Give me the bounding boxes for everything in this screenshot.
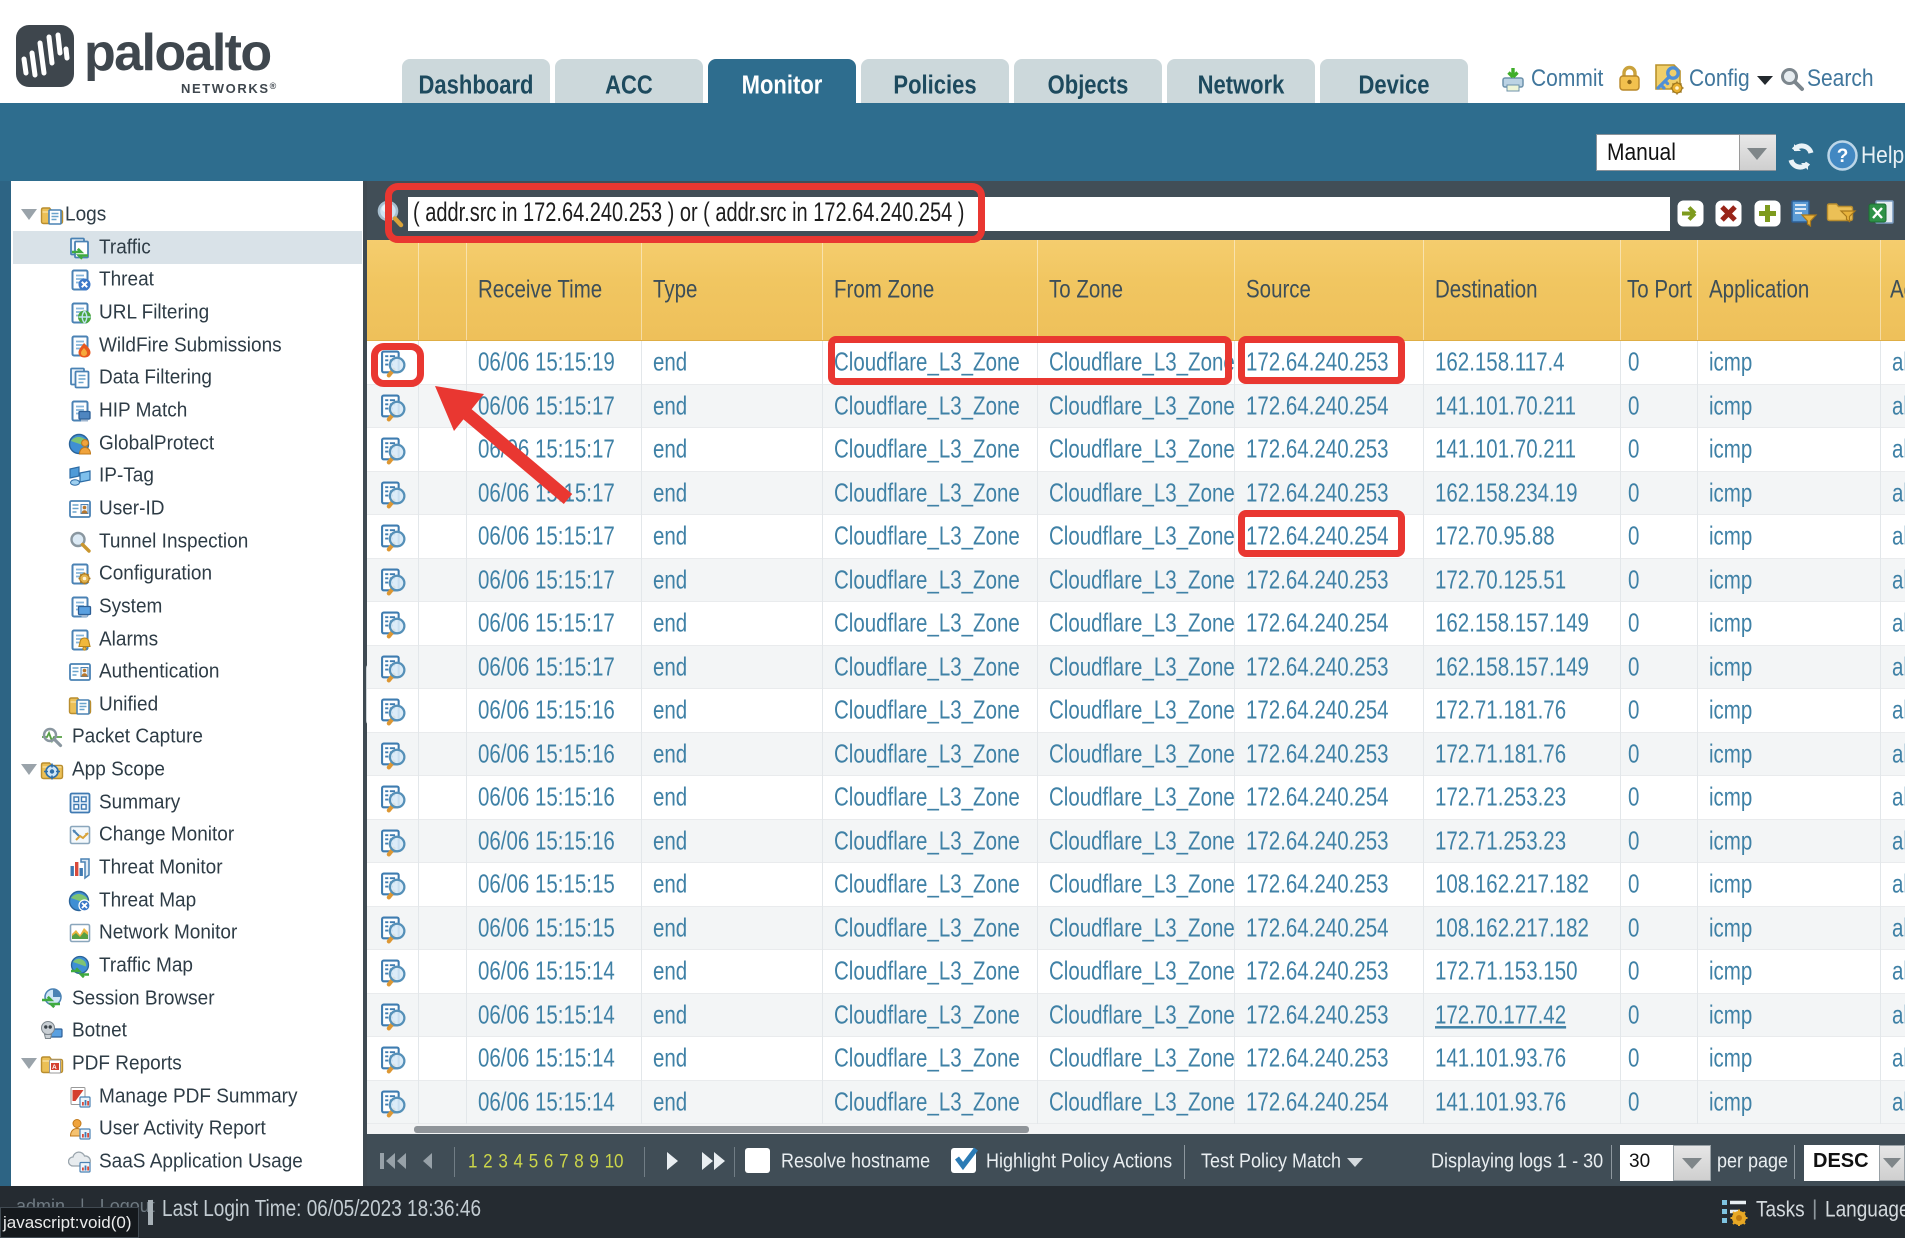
svg-text:?: ?: [1837, 146, 1849, 167]
